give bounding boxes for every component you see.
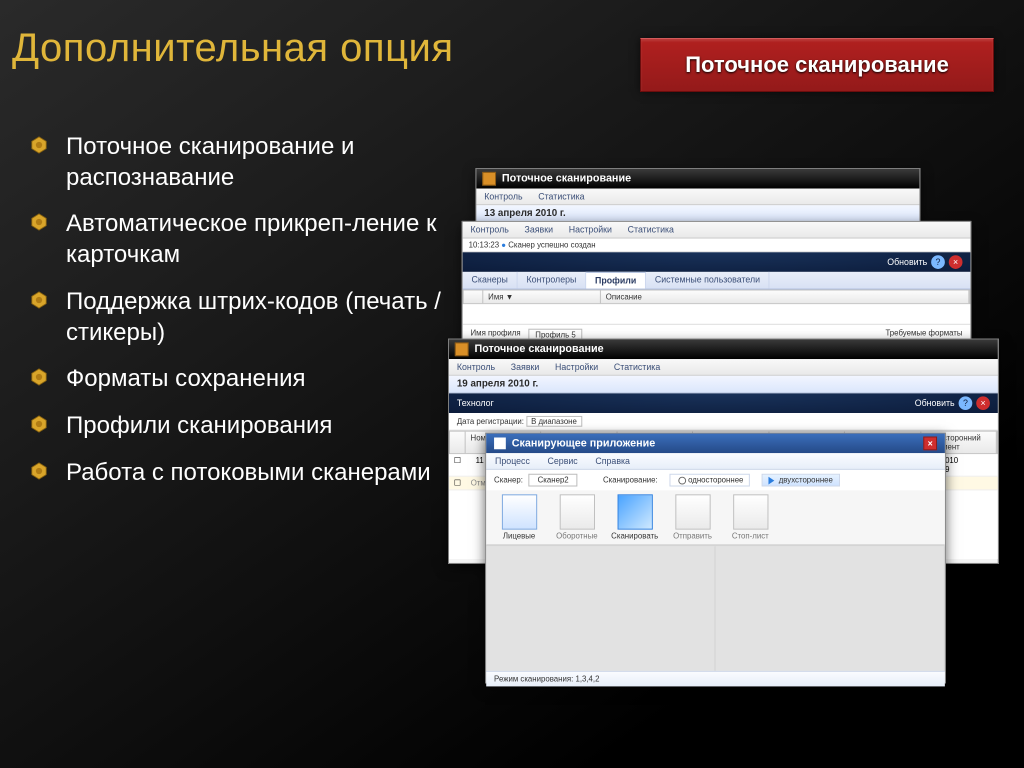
mode-single[interactable]: одностороннее bbox=[669, 474, 750, 487]
status-bar: Режим сканирования: 1,3,4,2 bbox=[486, 671, 945, 687]
preview-left bbox=[486, 546, 715, 670]
menu-item[interactable]: Сервис bbox=[539, 453, 587, 469]
date-banner: 19 апреля 2010 г. bbox=[449, 376, 998, 394]
tab-scanners[interactable]: Сканеры bbox=[463, 272, 518, 289]
menu-item[interactable]: Статистика bbox=[530, 189, 592, 205]
help-icon[interactable]: ? bbox=[959, 396, 973, 410]
slide-title: Дополнительная опция bbox=[12, 26, 453, 71]
refresh-button[interactable]: Обновить bbox=[915, 398, 955, 408]
page-back-icon bbox=[559, 494, 594, 529]
tool-front[interactable]: Лицевые bbox=[492, 494, 546, 540]
menu-item[interactable]: Контроль bbox=[449, 359, 503, 375]
bullet-icon bbox=[30, 291, 48, 309]
help-icon[interactable]: ? bbox=[931, 255, 945, 269]
feature-item: Профили сканирования bbox=[30, 403, 450, 450]
toolbar: Лицевые Оборотные Сканировать Отправить … bbox=[486, 490, 945, 545]
bullet-icon bbox=[30, 462, 48, 480]
tab-system-users[interactable]: Системные пользователи bbox=[646, 272, 770, 289]
feature-item: Поточное сканирование и распознавание bbox=[30, 124, 450, 201]
app-icon bbox=[494, 438, 506, 450]
feature-list: Поточное сканирование и распознавание Ав… bbox=[30, 124, 450, 496]
mode-double[interactable]: двухстороннее bbox=[762, 474, 840, 487]
feature-item: Форматы сохранения bbox=[30, 356, 450, 403]
info-ribbon: Технолог Обновить?× bbox=[449, 393, 998, 413]
page-front-icon bbox=[501, 494, 536, 529]
menu-item[interactable]: Настройки bbox=[561, 222, 620, 238]
tool-stoplist[interactable]: Стоп-лист bbox=[723, 494, 777, 540]
date-range-select[interactable]: В диапазоне bbox=[526, 416, 582, 427]
feature-item: Работа с потоковыми сканерами bbox=[30, 450, 450, 497]
feature-badge: Поточное сканирование bbox=[640, 38, 994, 92]
tabs[interactable]: Сканеры Контролеры Профили Системные пол… bbox=[463, 272, 971, 290]
send-icon bbox=[675, 494, 710, 529]
window-titlebar[interactable]: Поточное сканирование bbox=[476, 169, 919, 189]
window-titlebar[interactable]: Поточное сканирование bbox=[449, 340, 998, 360]
scan-icon bbox=[617, 494, 652, 529]
feature-item: Поддержка штрих-кодов (печать / стикеры) bbox=[30, 279, 450, 356]
preview-right bbox=[716, 546, 945, 670]
tab-profiles[interactable]: Профили bbox=[586, 272, 646, 289]
bullet-icon bbox=[30, 415, 48, 433]
app-icon bbox=[482, 172, 496, 186]
close-icon[interactable]: × bbox=[923, 437, 937, 451]
tab-controllers[interactable]: Контролеры bbox=[518, 272, 586, 289]
stop-icon bbox=[733, 494, 768, 529]
menu-item[interactable]: Настройки bbox=[547, 359, 606, 375]
scanner-app-window: Сканирующее приложение × Процесс Сервис … bbox=[485, 433, 946, 684]
menu-item[interactable]: Процесс bbox=[486, 453, 538, 469]
menubar[interactable]: Контроль Заявки Настройки Статистика bbox=[463, 222, 971, 239]
tool-back[interactable]: Оборотные bbox=[550, 494, 604, 540]
menu-item[interactable]: Контроль bbox=[476, 189, 530, 205]
menubar[interactable]: Контроль Статистика bbox=[476, 189, 919, 206]
tool-send[interactable]: Отправить bbox=[666, 494, 720, 540]
menu-item[interactable]: Заявки bbox=[503, 359, 547, 375]
window-titlebar[interactable]: Сканирующее приложение × bbox=[486, 434, 945, 454]
close-icon[interactable]: × bbox=[976, 396, 990, 410]
menu-item[interactable]: Статистика bbox=[606, 359, 668, 375]
screenshot-stack: Поточное сканирование Контроль Статистик… bbox=[448, 168, 997, 717]
feature-item: Автоматическое прикреп-ление к карточкам bbox=[30, 201, 450, 278]
info-ribbon: Обновить? × bbox=[463, 252, 971, 272]
menubar[interactable]: Процесс Сервис Справка bbox=[486, 453, 945, 470]
scanner-select[interactable]: Сканер2 bbox=[529, 474, 578, 487]
close-icon[interactable]: × bbox=[949, 255, 963, 269]
menu-item[interactable]: Контроль bbox=[463, 222, 517, 238]
menu-item[interactable]: Заявки bbox=[517, 222, 561, 238]
bullet-icon bbox=[30, 213, 48, 231]
menubar[interactable]: Контроль Заявки Настройки Статистика bbox=[449, 359, 998, 376]
refresh-button[interactable]: Обновить bbox=[887, 257, 927, 267]
menu-item[interactable]: Статистика bbox=[620, 222, 682, 238]
bullet-icon bbox=[30, 136, 48, 154]
menu-item[interactable]: Справка bbox=[587, 453, 639, 469]
table-header: Имя ▼ Описание bbox=[463, 290, 971, 305]
play-icon bbox=[769, 476, 775, 484]
tool-scan[interactable]: Сканировать bbox=[608, 494, 662, 540]
preview-panes bbox=[486, 545, 945, 670]
bullet-icon bbox=[30, 368, 48, 386]
app-icon bbox=[455, 342, 469, 356]
